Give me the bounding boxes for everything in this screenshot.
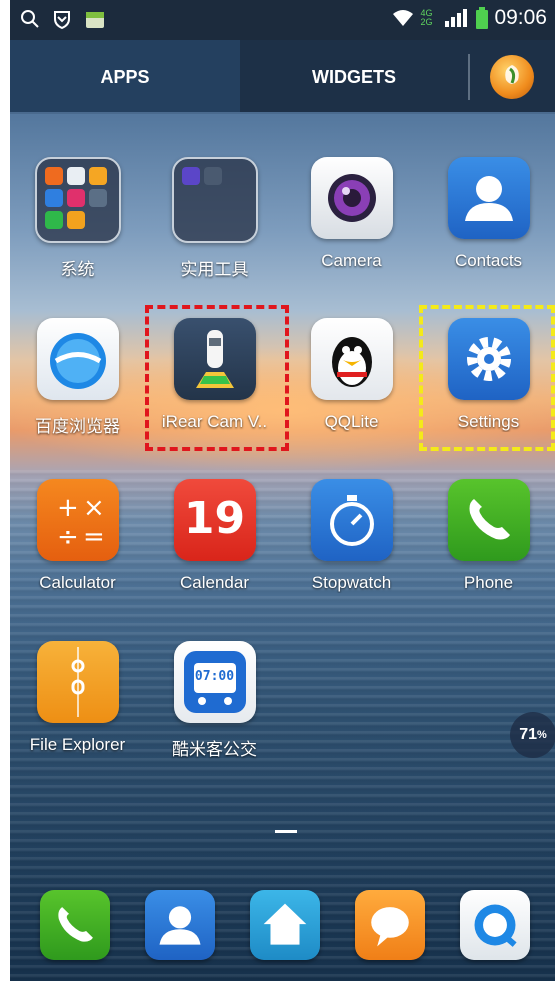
baidu-browser-icon: [36, 318, 119, 400]
signal-icon: [445, 9, 468, 27]
app-store-icon[interactable]: [490, 55, 534, 99]
calendar-icon: 19: [173, 479, 256, 561]
drawer-tab-bar: APPS WIDGETS: [10, 40, 555, 114]
app-qqlite[interactable]: QQLite: [284, 318, 419, 432]
svg-text:×: ×: [83, 493, 105, 523]
page-indicator: [275, 830, 297, 833]
app-camera[interactable]: Camera: [284, 157, 419, 271]
wifi-icon: [393, 10, 414, 26]
app-label: 实用工具: [180, 260, 249, 279]
status-time: 09:06: [494, 6, 547, 29]
app-label: Calendar: [180, 573, 249, 592]
dock-home-icon[interactable]: [250, 890, 320, 960]
tab-divider: [468, 54, 470, 100]
memory-usage-value: 71: [519, 726, 537, 743]
svg-text:=: =: [83, 522, 105, 552]
file-explorer-icon: [36, 641, 119, 723]
status-bar: 4G 2G 09:06: [10, 0, 555, 40]
app-label: QQLite: [324, 412, 379, 431]
app-label: 酷米客公交: [172, 740, 257, 759]
shield-icon: [54, 11, 70, 29]
app-calendar[interactable]: 19 Calendar: [147, 479, 282, 593]
tab-apps[interactable]: APPS: [10, 40, 240, 114]
svg-text:÷: ÷: [57, 522, 79, 552]
app-label: Phone: [463, 573, 514, 592]
memory-usage-badge[interactable]: 71%: [510, 712, 555, 758]
app-stopwatch[interactable]: Stopwatch: [284, 479, 419, 593]
phone-icon: [447, 479, 530, 561]
app-label: File Explorer: [29, 735, 126, 754]
app-label: Calculator: [39, 573, 116, 592]
system-folder-icon: [34, 157, 121, 243]
app-bus[interactable]: 07:00 酷米客公交: [147, 641, 282, 760]
calendar-day: 19: [183, 493, 246, 544]
dock-browser-icon[interactable]: [460, 890, 530, 960]
app-system-folder[interactable]: 系统: [10, 157, 145, 280]
app-calculator[interactable]: + × ÷ = Calculator: [10, 479, 145, 593]
utilities-folder-icon: [171, 157, 258, 243]
dock-message-icon[interactable]: [355, 890, 425, 960]
apk-notification-icon: [86, 12, 104, 28]
svg-text:+: +: [57, 493, 79, 523]
tab-underline: [10, 112, 555, 114]
network-type-label: 4G 2G: [420, 8, 433, 27]
app-utilities-folder[interactable]: 实用工具: [147, 157, 282, 280]
dock-contacts-icon[interactable]: [145, 890, 215, 960]
dock: [10, 880, 555, 981]
highlight-box-yellow: [419, 305, 555, 451]
app-label: Stopwatch: [311, 573, 392, 592]
contacts-icon: [447, 157, 530, 239]
app-phone[interactable]: Phone: [421, 479, 555, 593]
highlight-box-red: [145, 305, 289, 451]
memory-usage-unit: %: [537, 729, 547, 741]
tab-widgets[interactable]: WIDGETS: [240, 40, 468, 114]
app-file-explorer[interactable]: File Explorer: [10, 641, 145, 755]
battery-icon: [476, 7, 489, 29]
home-screen: 4G 2G 09:06 APPS WIDGETS 系统 实用工具 Camera …: [10, 0, 555, 981]
stopwatch-icon: [310, 479, 393, 561]
camera-icon: [310, 157, 393, 239]
app-label: Contacts: [454, 251, 523, 270]
qqlite-icon: [310, 318, 393, 400]
app-label: Camera: [321, 251, 382, 270]
calculator-icon: + × ÷ =: [36, 479, 119, 561]
search-icon: [21, 10, 39, 28]
app-label: 百度浏览器: [35, 417, 120, 436]
app-contacts[interactable]: Contacts: [421, 157, 555, 271]
app-baidu-browser[interactable]: 百度浏览器: [10, 318, 145, 437]
dock-phone-icon[interactable]: [40, 890, 110, 960]
app-label: 系统: [60, 260, 95, 279]
bus-time: 07:00: [194, 669, 235, 684]
bus-icon: 07:00: [173, 641, 256, 723]
